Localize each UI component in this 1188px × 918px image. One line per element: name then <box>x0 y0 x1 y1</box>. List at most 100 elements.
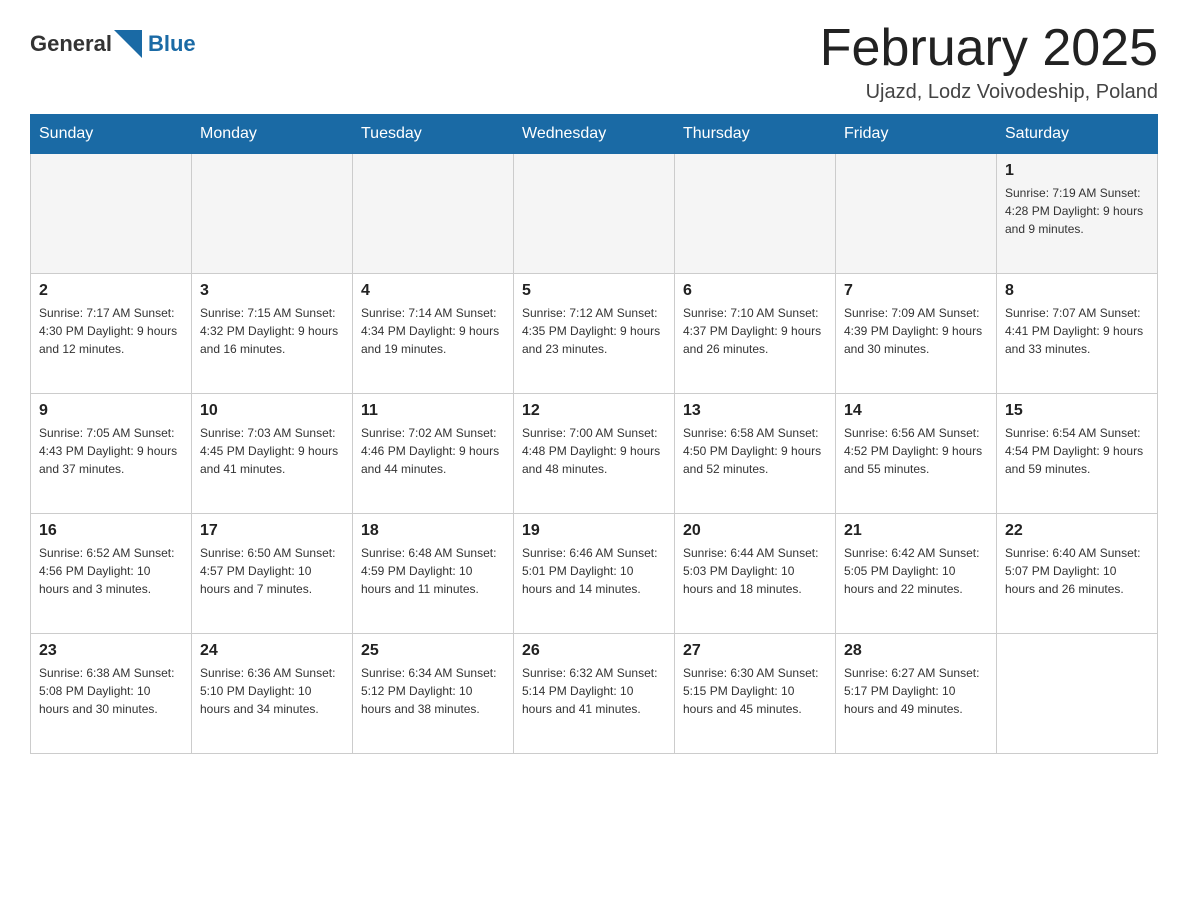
day-cell: 4 Sunrise: 7:14 AM Sunset: 4:34 PM Daylig… <box>353 274 514 394</box>
day-number: 3 <box>200 282 344 300</box>
day-cell: 9 Sunrise: 7:05 AM Sunset: 4:43 PM Daylig… <box>31 394 192 514</box>
logo-icon <box>114 30 142 58</box>
logo-text-blue: Blue <box>148 31 196 57</box>
day-info: Sunrise: 7:15 AM Sunset: 4:32 PM Dayligh… <box>200 304 344 358</box>
day-info: Sunrise: 6:32 AM Sunset: 5:14 PM Dayligh… <box>522 664 666 718</box>
day-number: 1 <box>1005 162 1149 180</box>
day-cell <box>192 154 353 274</box>
day-number: 24 <box>200 642 344 660</box>
day-number: 4 <box>361 282 505 300</box>
day-cell: 1 Sunrise: 7:19 AM Sunset: 4:28 PM Daylig… <box>997 154 1158 274</box>
day-cell: 8 Sunrise: 7:07 AM Sunset: 4:41 PM Daylig… <box>997 274 1158 394</box>
day-cell <box>997 634 1158 754</box>
day-cell: 23Sunrise: 6:38 AM Sunset: 5:08 PM Dayli… <box>31 634 192 754</box>
day-cell <box>514 154 675 274</box>
day-info: Sunrise: 7:19 AM Sunset: 4:28 PM Dayligh… <box>1005 184 1149 238</box>
day-info: Sunrise: 6:44 AM Sunset: 5:03 PM Dayligh… <box>683 544 827 598</box>
day-info: Sunrise: 7:03 AM Sunset: 4:45 PM Dayligh… <box>200 424 344 478</box>
day-cell: 7 Sunrise: 7:09 AM Sunset: 4:39 PM Daylig… <box>836 274 997 394</box>
day-info: Sunrise: 7:12 AM Sunset: 4:35 PM Dayligh… <box>522 304 666 358</box>
title-area: February 2025 Ujazd, Lodz Voivodeship, P… <box>820 20 1158 104</box>
day-cell: 20Sunrise: 6:44 AM Sunset: 5:03 PM Dayli… <box>675 514 836 634</box>
day-info: Sunrise: 6:36 AM Sunset: 5:10 PM Dayligh… <box>200 664 344 718</box>
header-cell-monday: Monday <box>192 115 353 154</box>
day-info: Sunrise: 6:27 AM Sunset: 5:17 PM Dayligh… <box>844 664 988 718</box>
day-cell <box>31 154 192 274</box>
header-row: SundayMondayTuesdayWednesdayThursdayFrid… <box>31 115 1158 154</box>
day-info: Sunrise: 7:14 AM Sunset: 4:34 PM Dayligh… <box>361 304 505 358</box>
header-cell-saturday: Saturday <box>997 115 1158 154</box>
day-number: 8 <box>1005 282 1149 300</box>
day-number: 9 <box>39 402 183 420</box>
day-number: 7 <box>844 282 988 300</box>
day-cell: 14 Sunrise: 6:56 AM Sunset: 4:52 PM Dayli… <box>836 394 997 514</box>
header-cell-friday: Friday <box>836 115 997 154</box>
day-info: Sunrise: 7:10 AM Sunset: 4:37 PM Dayligh… <box>683 304 827 358</box>
logo: General Blue <box>30 30 196 58</box>
day-number: 14 <box>844 402 988 420</box>
header-cell-sunday: Sunday <box>31 115 192 154</box>
day-number: 25 <box>361 642 505 660</box>
day-info: Sunrise: 6:42 AM Sunset: 5:05 PM Dayligh… <box>844 544 988 598</box>
page-header: General Blue February 2025 Ujazd, Lodz V… <box>30 20 1158 104</box>
day-number: 28 <box>844 642 988 660</box>
day-number: 27 <box>683 642 827 660</box>
day-info: Sunrise: 7:09 AM Sunset: 4:39 PM Dayligh… <box>844 304 988 358</box>
day-cell <box>675 154 836 274</box>
day-cell: 19 Sunrise: 6:46 AM Sunset: 5:01 PM Dayli… <box>514 514 675 634</box>
day-info: Sunrise: 6:40 AM Sunset: 5:07 PM Dayligh… <box>1005 544 1149 598</box>
header-cell-tuesday: Tuesday <box>353 115 514 154</box>
day-number: 13 <box>683 402 827 420</box>
header-cell-thursday: Thursday <box>675 115 836 154</box>
day-number: 10 <box>200 402 344 420</box>
day-cell: 24 Sunrise: 6:36 AM Sunset: 5:10 PM Dayli… <box>192 634 353 754</box>
day-number: 17 <box>200 522 344 540</box>
day-cell: 2Sunrise: 7:17 AM Sunset: 4:30 PM Daylig… <box>31 274 192 394</box>
day-cell: 13 Sunrise: 6:58 AM Sunset: 4:50 PM Dayli… <box>675 394 836 514</box>
day-info: Sunrise: 7:02 AM Sunset: 4:46 PM Dayligh… <box>361 424 505 478</box>
day-number: 12 <box>522 402 666 420</box>
week-row-3: 16Sunrise: 6:52 AM Sunset: 4:56 PM Dayli… <box>31 514 1158 634</box>
day-info: Sunrise: 6:58 AM Sunset: 4:50 PM Dayligh… <box>683 424 827 478</box>
calendar-title: February 2025 <box>820 20 1158 77</box>
day-info: Sunrise: 6:56 AM Sunset: 4:52 PM Dayligh… <box>844 424 988 478</box>
day-cell: 25 Sunrise: 6:34 AM Sunset: 5:12 PM Dayli… <box>353 634 514 754</box>
day-number: 15 <box>1005 402 1149 420</box>
day-info: Sunrise: 7:05 AM Sunset: 4:43 PM Dayligh… <box>39 424 183 478</box>
day-info: Sunrise: 6:54 AM Sunset: 4:54 PM Dayligh… <box>1005 424 1149 478</box>
day-info: Sunrise: 7:07 AM Sunset: 4:41 PM Dayligh… <box>1005 304 1149 358</box>
week-row-0: 1 Sunrise: 7:19 AM Sunset: 4:28 PM Daylig… <box>31 154 1158 274</box>
day-info: Sunrise: 6:34 AM Sunset: 5:12 PM Dayligh… <box>361 664 505 718</box>
day-number: 6 <box>683 282 827 300</box>
week-row-2: 9 Sunrise: 7:05 AM Sunset: 4:43 PM Daylig… <box>31 394 1158 514</box>
day-info: Sunrise: 6:48 AM Sunset: 4:59 PM Dayligh… <box>361 544 505 598</box>
day-info: Sunrise: 6:46 AM Sunset: 5:01 PM Dayligh… <box>522 544 666 598</box>
day-info: Sunrise: 6:50 AM Sunset: 4:57 PM Dayligh… <box>200 544 344 598</box>
day-cell: 22 Sunrise: 6:40 AM Sunset: 5:07 PM Dayli… <box>997 514 1158 634</box>
day-cell: 26 Sunrise: 6:32 AM Sunset: 5:14 PM Dayli… <box>514 634 675 754</box>
day-cell: 18 Sunrise: 6:48 AM Sunset: 4:59 PM Dayli… <box>353 514 514 634</box>
week-row-4: 23Sunrise: 6:38 AM Sunset: 5:08 PM Dayli… <box>31 634 1158 754</box>
day-info: Sunrise: 6:52 AM Sunset: 4:56 PM Dayligh… <box>39 544 183 598</box>
day-number: 11 <box>361 402 505 420</box>
day-info: Sunrise: 6:30 AM Sunset: 5:15 PM Dayligh… <box>683 664 827 718</box>
day-cell: 5 Sunrise: 7:12 AM Sunset: 4:35 PM Daylig… <box>514 274 675 394</box>
day-info: Sunrise: 6:38 AM Sunset: 5:08 PM Dayligh… <box>39 664 183 718</box>
calendar-header: SundayMondayTuesdayWednesdayThursdayFrid… <box>31 115 1158 154</box>
day-number: 22 <box>1005 522 1149 540</box>
calendar-table: SundayMondayTuesdayWednesdayThursdayFrid… <box>30 114 1158 754</box>
day-cell: 28 Sunrise: 6:27 AM Sunset: 5:17 PM Dayli… <box>836 634 997 754</box>
day-info: Sunrise: 7:17 AM Sunset: 4:30 PM Dayligh… <box>39 304 183 358</box>
day-cell <box>836 154 997 274</box>
calendar-body: 1 Sunrise: 7:19 AM Sunset: 4:28 PM Daylig… <box>31 154 1158 754</box>
logo-text-general: General <box>30 31 112 57</box>
day-number: 18 <box>361 522 505 540</box>
day-cell: 21Sunrise: 6:42 AM Sunset: 5:05 PM Dayli… <box>836 514 997 634</box>
day-cell: 11 Sunrise: 7:02 AM Sunset: 4:46 PM Dayli… <box>353 394 514 514</box>
day-cell <box>353 154 514 274</box>
day-cell: 6 Sunrise: 7:10 AM Sunset: 4:37 PM Daylig… <box>675 274 836 394</box>
day-number: 26 <box>522 642 666 660</box>
day-number: 19 <box>522 522 666 540</box>
day-number: 5 <box>522 282 666 300</box>
day-cell: 3 Sunrise: 7:15 AM Sunset: 4:32 PM Daylig… <box>192 274 353 394</box>
